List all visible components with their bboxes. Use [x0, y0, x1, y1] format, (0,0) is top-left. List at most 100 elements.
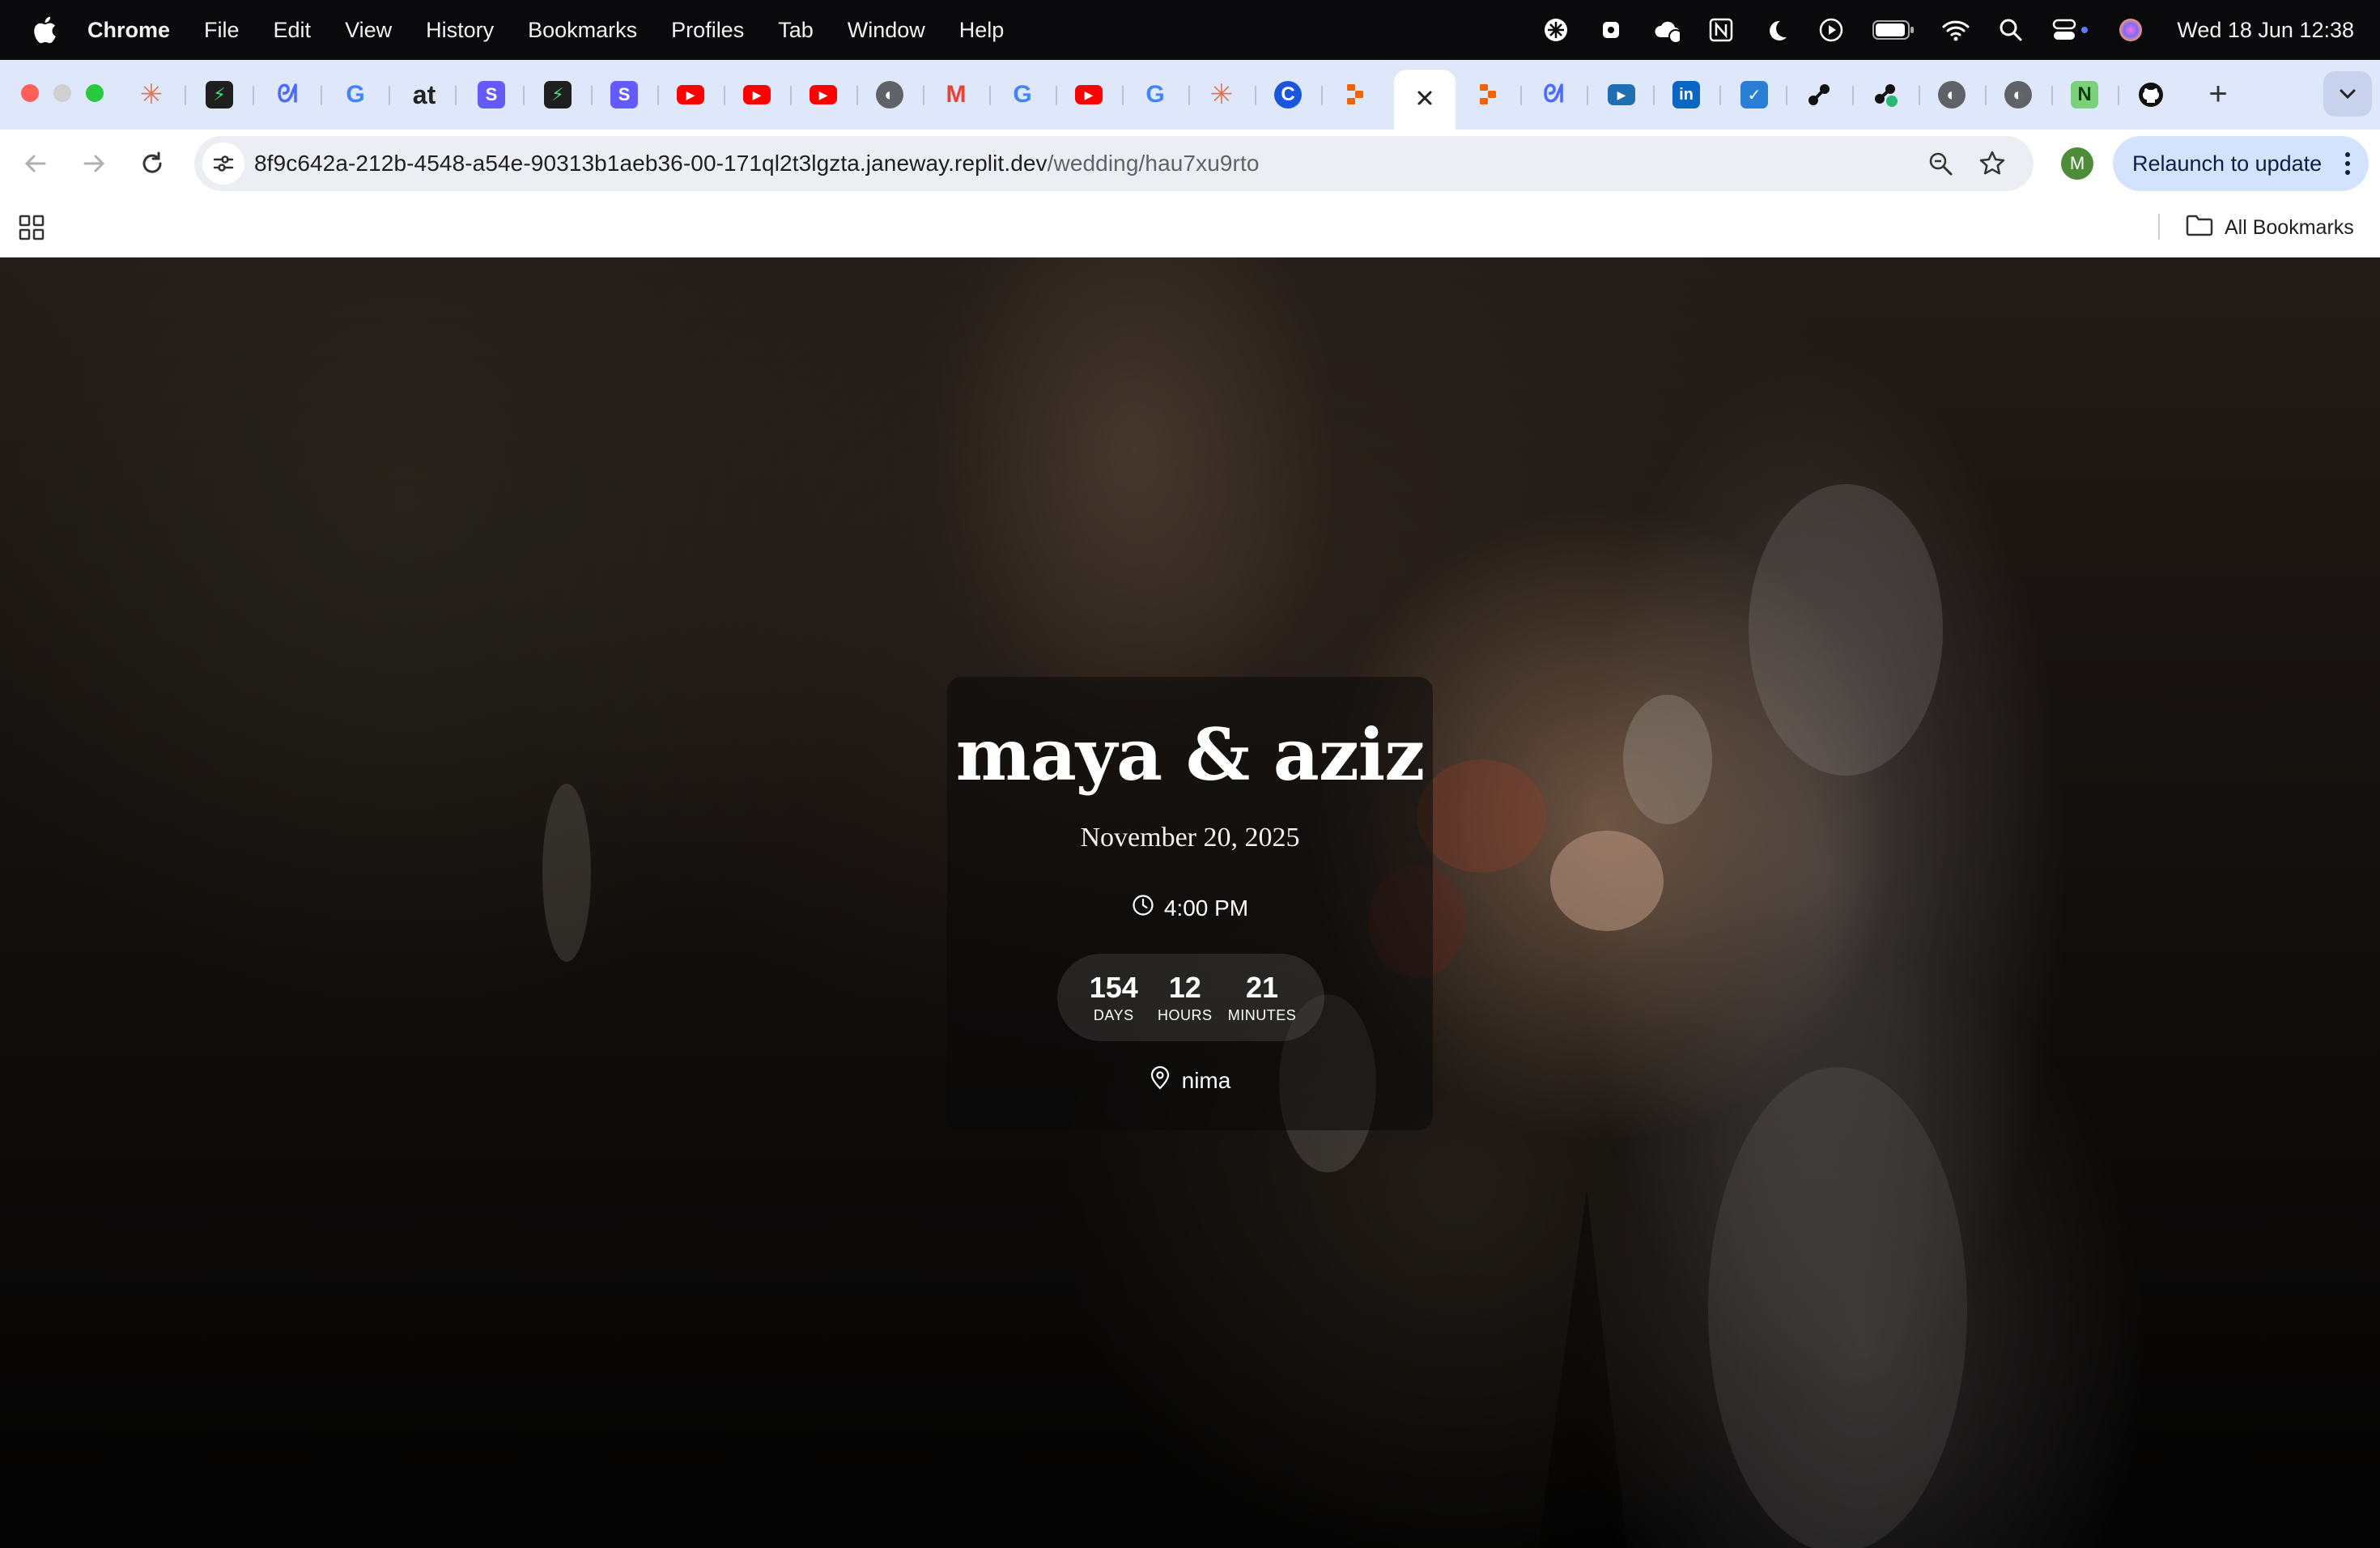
tab-separator	[1321, 86, 1323, 105]
active-tab[interactable]	[1394, 70, 1456, 130]
menu-window[interactable]: Window	[848, 18, 925, 43]
tab-deepseek-icon[interactable]: ᘛ	[274, 81, 301, 108]
menu-app-chrome[interactable]: Chrome	[87, 18, 170, 43]
tab-separator	[455, 86, 457, 105]
spotlight-search-icon[interactable]	[1997, 16, 2025, 44]
url-text[interactable]: 8f9c642a-212b-4548-a54e-90313b1aeb36-00-…	[254, 151, 1260, 176]
tab-separator	[1255, 86, 1256, 105]
profile-avatar[interactable]: M	[2061, 147, 2093, 180]
tab-replit-icon[interactable]	[1341, 81, 1368, 108]
tab-nodes-check-icon[interactable]	[1872, 81, 1899, 108]
more-menu-icon[interactable]	[2340, 147, 2356, 180]
relaunch-to-update-button[interactable]: Relaunch to update	[2113, 136, 2369, 191]
tab-replit-icon[interactable]	[1473, 81, 1501, 108]
window-controls	[21, 84, 104, 102]
moon-icon[interactable]	[1762, 16, 1790, 44]
close-tab-icon[interactable]	[1416, 89, 1434, 111]
reload-button[interactable]	[133, 144, 172, 183]
tab-stack-icon[interactable]: S	[610, 81, 638, 108]
menu-profiles[interactable]: Profiles	[671, 18, 744, 43]
tab-claude-icon[interactable]: ✳	[1208, 79, 1235, 110]
tab-separator	[1852, 86, 1854, 105]
forward-button[interactable]	[74, 144, 113, 183]
cloud-badge-icon[interactable]	[1652, 16, 1681, 44]
all-bookmarks-label: All Bookmarks	[2225, 216, 2354, 239]
tab-separator	[989, 86, 991, 105]
control-center-icon[interactable]	[2052, 16, 2089, 44]
tab-separator	[185, 86, 186, 105]
tab-deepseek-icon[interactable]: ᘛ	[1540, 81, 1567, 108]
tab-nodes-icon[interactable]	[1805, 81, 1833, 108]
tab-google-icon[interactable]: G	[1009, 81, 1036, 108]
all-bookmarks-button[interactable]: All Bookmarks	[2186, 214, 2354, 242]
tab-globe-icon[interactable]: ◐	[876, 81, 903, 108]
tab-tasks-icon[interactable]: ✓	[1740, 81, 1768, 108]
tab-globe-icon[interactable]: ◐	[2004, 81, 2032, 108]
tab-notes-icon[interactable]: N	[2071, 81, 2098, 108]
tab-stack-icon[interactable]: S	[478, 81, 505, 108]
menu-file[interactable]: File	[204, 18, 240, 43]
tab-separator	[724, 86, 725, 105]
tab-separator	[523, 86, 525, 105]
tab-google-icon[interactable]: G	[342, 81, 369, 108]
menu-tab[interactable]: Tab	[778, 18, 814, 43]
play-icon[interactable]	[1817, 16, 1845, 44]
countdown-hours-label: HOURS	[1157, 1006, 1213, 1023]
wedding-time-text: 4:00 PM	[1163, 895, 1249, 921]
menu-bookmarks[interactable]: Bookmarks	[528, 18, 637, 43]
site-info-icon[interactable]	[202, 142, 244, 185]
location-pin-icon	[1150, 1065, 1171, 1095]
bookmarks-bar: All Bookmarks	[0, 196, 2380, 258]
tab-youtube-icon[interactable]: ▶	[1075, 85, 1103, 104]
menu-history[interactable]: History	[426, 18, 494, 43]
back-button[interactable]	[16, 144, 55, 183]
tab-bolt-icon[interactable]: ⚡	[206, 81, 233, 108]
tab-claude-icon[interactable]: ✳	[138, 79, 165, 110]
siri-icon[interactable]	[2117, 16, 2144, 44]
tab-github-icon[interactable]	[2137, 81, 2165, 108]
folder-icon	[2186, 214, 2213, 242]
close-window-button[interactable]	[21, 84, 39, 102]
tab-bolt-icon[interactable]: ⚡	[544, 81, 572, 108]
tab-gmail-icon[interactable]: M	[942, 81, 970, 108]
tab-separator	[923, 86, 924, 105]
tab-youtube-icon[interactable]: ▶	[677, 85, 704, 104]
apple-icon[interactable]	[32, 15, 57, 45]
tab-separator	[1719, 86, 1721, 105]
tab-separator	[1056, 86, 1057, 105]
tab-linkedin-icon[interactable]: in	[1672, 81, 1700, 108]
tab-youtube-icon[interactable]: ▶	[743, 85, 771, 104]
minimize-window-button[interactable]	[53, 84, 71, 102]
address-bar[interactable]: 8f9c642a-212b-4548-a54e-90313b1aeb36-00-…	[194, 136, 2034, 191]
tab-c-icon[interactable]: C	[1274, 81, 1302, 108]
tab-separator	[1188, 86, 1190, 105]
notion-icon[interactable]	[1707, 16, 1735, 44]
tab-at-icon[interactable]: at	[408, 80, 440, 109]
tab-separator	[856, 86, 858, 105]
menu-help[interactable]: Help	[959, 18, 1005, 43]
zoom-icon[interactable]	[1927, 150, 1954, 177]
new-tab-button[interactable]: +	[2200, 76, 2236, 112]
menu-edit[interactable]: Edit	[274, 18, 312, 43]
tab-separator	[2051, 86, 2053, 105]
tab-separator	[1985, 86, 1987, 105]
macos-menu-bar: Chrome File Edit View History Bookmarks …	[0, 0, 2380, 60]
menu-view[interactable]: View	[345, 18, 392, 43]
wedding-date: November 20, 2025	[1080, 823, 1300, 853]
tab-separator	[253, 86, 254, 105]
battery-icon[interactable]	[1872, 16, 1915, 44]
record-icon[interactable]	[1597, 16, 1625, 44]
tab-youtube-icon[interactable]: ▶	[810, 85, 837, 104]
bookmark-star-icon[interactable]	[1977, 148, 2008, 179]
menubar-clock[interactable]: Wed 18 Jun 12:38	[2177, 18, 2354, 43]
tab-globe-icon[interactable]: ◐	[1938, 81, 1966, 108]
tab-separator	[2118, 86, 2119, 105]
perplexity-icon[interactable]	[1542, 16, 1570, 44]
apps-grid-icon[interactable]	[18, 214, 45, 241]
zoom-window-button[interactable]	[86, 84, 104, 102]
tab-search-button[interactable]	[2323, 71, 2372, 117]
tab-video-icon[interactable]: ▶	[1608, 84, 1635, 105]
tab-google-icon[interactable]: G	[1141, 81, 1169, 108]
tab-separator	[1653, 86, 1655, 105]
wifi-icon[interactable]	[1942, 16, 1970, 44]
